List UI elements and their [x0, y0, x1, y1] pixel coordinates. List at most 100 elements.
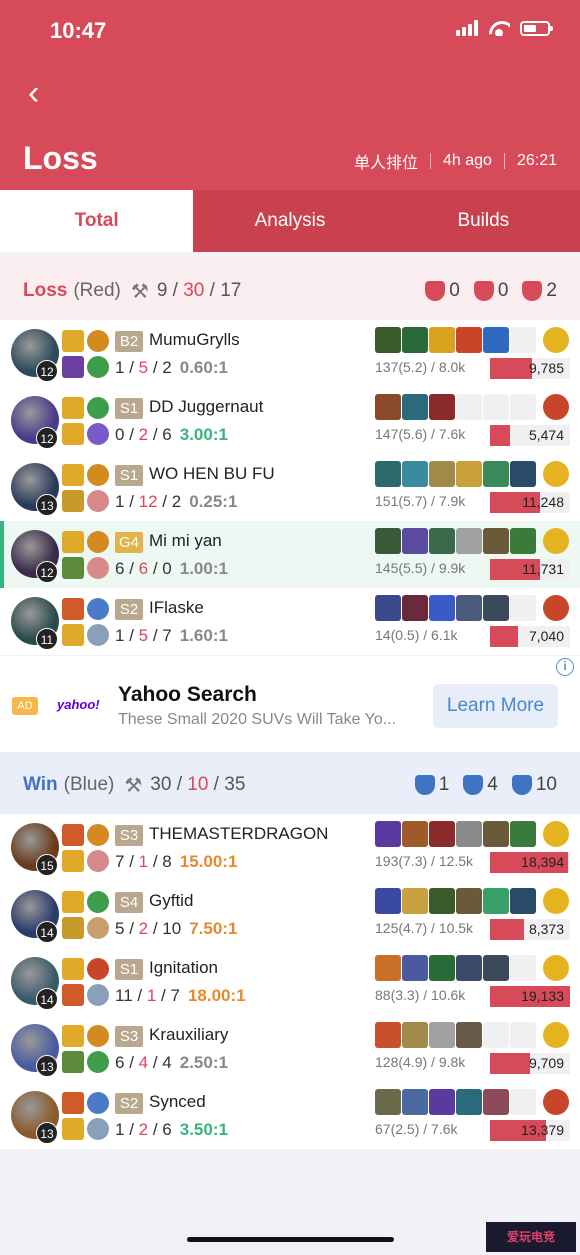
player-row[interactable]: 15 S3 THEMASTERDRAGON 7 / 1 / 8 15.00:1 193(7… — [0, 814, 580, 881]
item-icon — [510, 888, 536, 914]
player-row[interactable]: 13 S3 Krauxiliary 6 / 4 / 4 2.50:1 128(4.9) /… — [0, 1015, 580, 1082]
item-icon — [483, 327, 509, 353]
back-button[interactable]: ‹ — [28, 76, 39, 110]
learn-more-button[interactable]: Learn More — [433, 684, 558, 728]
rank-badge: S1 — [115, 465, 143, 486]
cs-gold: 128(4.9) / 9.8k — [375, 1054, 466, 1070]
damage-bar: 5,474 — [490, 425, 570, 446]
tab-bar: Total Analysis Builds — [0, 190, 580, 252]
rank-badge: S2 — [115, 599, 143, 620]
damage-bar: 9,709 — [490, 1053, 570, 1074]
damage-value: 13,379 — [521, 1122, 564, 1138]
player-row[interactable]: 14 S1 Ignitation 11 / 1 / 7 18.00:1 88(3.3) /… — [0, 948, 580, 1015]
summoner-spell-icon — [62, 1051, 84, 1073]
item-icon — [402, 327, 428, 353]
deaths: 5 — [138, 358, 149, 377]
kda-ratio: 18.00:1 — [187, 986, 246, 1005]
home-indicator[interactable] — [187, 1237, 394, 1242]
item-icon — [375, 1089, 401, 1115]
team-kills: 9 — [156, 280, 168, 301]
damage-value: 7,040 — [528, 628, 564, 644]
damage-bar-fill — [490, 919, 524, 940]
keystone-rune-icon — [87, 330, 109, 352]
tab-analysis[interactable]: Analysis — [193, 190, 386, 252]
dragon-stat: 0 — [473, 280, 508, 302]
damage-bar: 18,394 — [490, 852, 570, 873]
player-kda: 5 / 2 / 10 7.50:1 — [115, 919, 238, 938]
secondary-rune-icon — [87, 1118, 109, 1140]
assists: 6 — [162, 425, 172, 444]
item-icon — [375, 955, 401, 981]
player-name[interactable]: Krauxiliary — [149, 1025, 228, 1045]
ad-banner[interactable]: i AD yahoo! Yahoo Search These Small 202… — [0, 656, 580, 752]
empty-item-slot — [510, 1089, 536, 1115]
summoner-spell-icon — [62, 423, 84, 445]
team-objectives: 1 4 10 — [414, 774, 557, 796]
player-name[interactable]: Synced — [149, 1092, 206, 1112]
summoner-spell-icon — [62, 397, 84, 419]
champion-level: 12 — [36, 427, 58, 449]
player-name[interactable]: Gyftid — [149, 891, 193, 911]
deaths: 1 — [138, 852, 149, 871]
deaths: 1 — [146, 986, 157, 1005]
champion-level: 13 — [36, 494, 58, 516]
secondary-rune-icon — [87, 917, 109, 939]
baron-icon — [522, 281, 543, 301]
keystone-rune-icon — [87, 397, 109, 419]
item-icon — [375, 821, 401, 847]
champion-level: 14 — [36, 988, 58, 1010]
tab-builds[interactable]: Builds — [387, 190, 580, 252]
player-name[interactable]: Ignitation — [149, 958, 218, 978]
summoner-spell-icon — [62, 891, 84, 913]
item-icon — [429, 955, 455, 981]
secondary-rune-icon — [87, 984, 109, 1006]
tab-total[interactable]: Total — [0, 190, 194, 252]
summoner-spell-icon — [62, 464, 84, 486]
dragon-icon — [473, 281, 494, 301]
damage-value: 9,709 — [528, 1055, 564, 1071]
damage-bar: 13,379 — [490, 1120, 570, 1141]
player-row[interactable]: 12 S1 DD Juggernaut 0 / 2 / 6 3.00:1 147(5.6)… — [0, 387, 580, 454]
player-row[interactable]: 11 S2 IFlaske 1 / 5 / 7 1.60:1 14(0.5) / 6.1k… — [0, 588, 580, 655]
cs-gold: 125(4.7) / 10.5k — [375, 920, 474, 936]
kills: 6 — [115, 559, 125, 578]
assists: 2 — [171, 492, 182, 511]
player-row[interactable]: 13 S2 Synced 1 / 2 / 6 3.50:1 67(2.5) / 7.6k 1… — [0, 1082, 580, 1149]
deaths: 6 — [138, 559, 149, 578]
item-icon — [429, 394, 455, 420]
summoner-spell-icon — [62, 356, 84, 378]
player-row[interactable]: 13 S1 WO HEN BU FU 1 / 12 / 2 0.25:1 151(5.7)… — [0, 454, 580, 521]
team-side: (Blue) — [63, 774, 115, 795]
player-name[interactable]: MumuGrylls — [149, 330, 240, 350]
ad-text: These Small 2020 SUVs Will Take Yo... — [118, 711, 397, 728]
player-kda: 1 / 5 / 7 1.60:1 — [115, 626, 228, 645]
empty-item-slot — [510, 394, 536, 420]
cs-gold: 137(5.2) / 8.0k — [375, 359, 466, 375]
ad-info-icon[interactable]: i — [556, 658, 574, 676]
red-team-header: Loss (Red) ⚒ 9 / 30 / 17 0 0 2 — [0, 258, 580, 324]
damage-value: 11,248 — [522, 494, 564, 510]
team-result: Win — [23, 774, 58, 795]
item-icon — [429, 821, 455, 847]
player-row[interactable]: 14 S4 Gyftid 5 / 2 / 10 7.50:1 125(4.7) / 10.… — [0, 881, 580, 948]
app-header: 10:47 ‹ Loss 单人排位 4h ago 26:21 — [0, 0, 580, 190]
player-name[interactable]: Mi mi yan — [149, 531, 222, 551]
item-icon — [375, 595, 401, 621]
kda-ratio: 0.25:1 — [189, 492, 238, 511]
rank-badge: S4 — [115, 892, 143, 913]
player-name[interactable]: IFlaske — [149, 598, 204, 618]
player-name[interactable]: WO HEN BU FU — [149, 464, 275, 484]
player-name[interactable]: DD Juggernaut — [149, 397, 263, 417]
item-icon — [402, 1089, 428, 1115]
player-row[interactable]: 12 G4 Mi mi yan 6 / 6 / 0 1.00:1 145(5.5) / 9… — [0, 521, 580, 588]
item-icon — [483, 955, 509, 981]
summoner-spell-icon — [62, 598, 84, 620]
item-icon — [402, 528, 428, 554]
ad-title: Yahoo Search — [118, 683, 257, 706]
team-assists: 35 — [224, 774, 246, 795]
kda-ratio: 1.00:1 — [179, 559, 228, 578]
empty-item-slot — [510, 1022, 536, 1048]
player-row[interactable]: 12 B2 MumuGrylls 1 / 5 / 2 0.60:1 137(5.2) / … — [0, 320, 580, 387]
kda-ratio: 15.00:1 — [179, 852, 238, 871]
player-name[interactable]: THEMASTERDRAGON — [149, 824, 328, 844]
